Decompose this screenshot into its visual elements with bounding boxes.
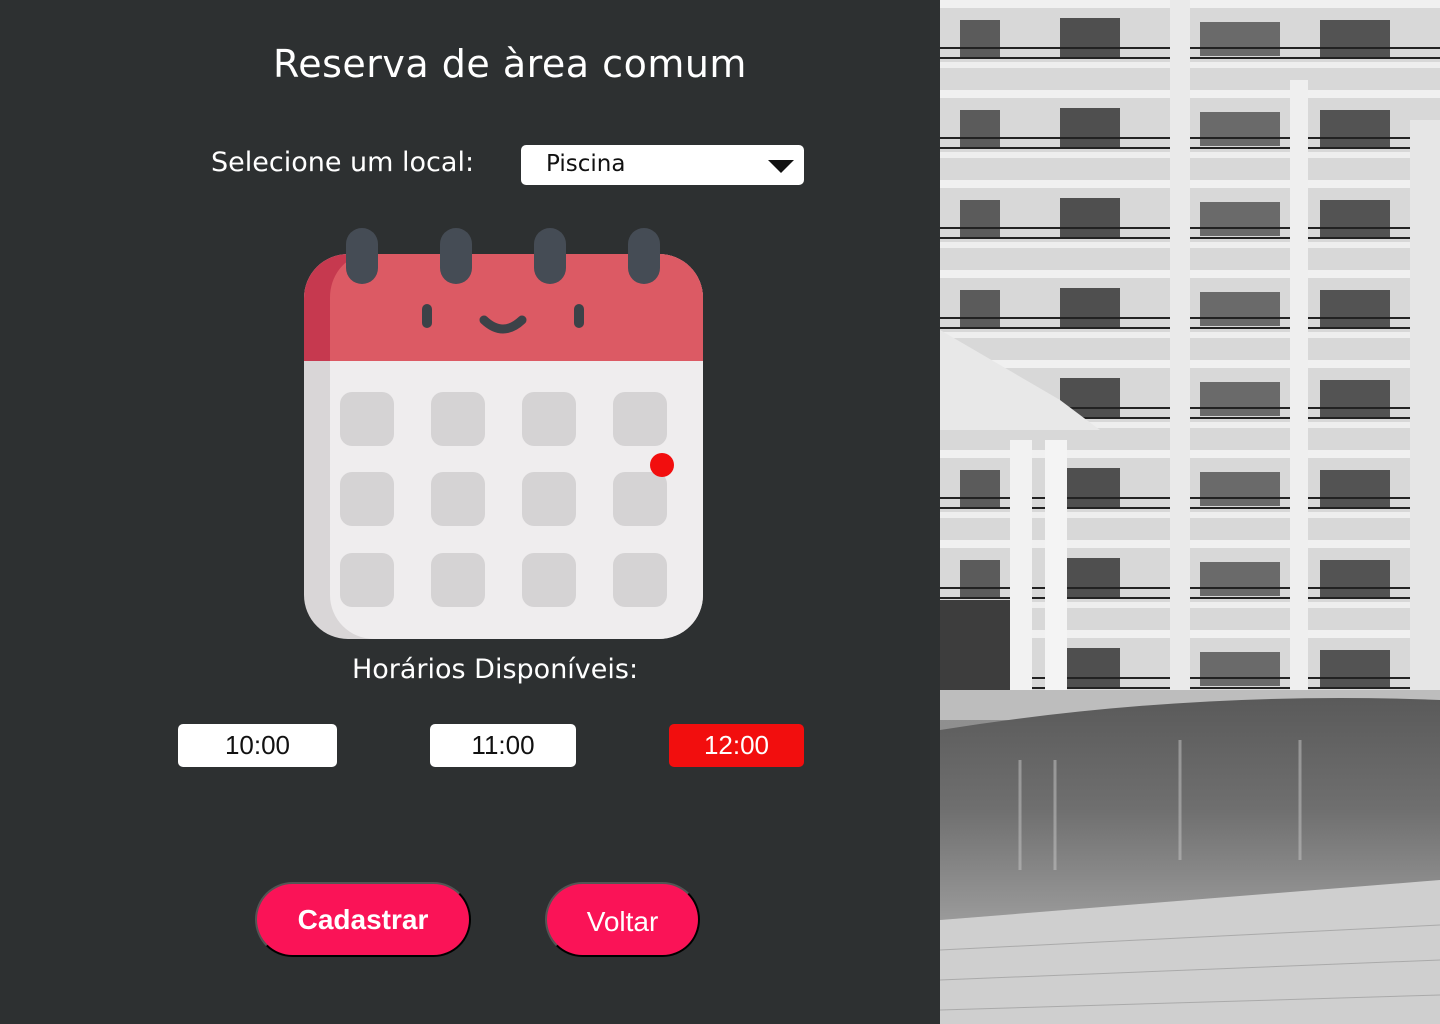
- location-selected-value: Piscina: [546, 151, 626, 177]
- chevron-down-icon: [768, 160, 794, 173]
- submit-button[interactable]: Cadastrar: [255, 882, 471, 957]
- calendar-ring: [440, 228, 472, 284]
- back-button[interactable]: Voltar: [545, 882, 700, 957]
- calendar-eye: [574, 304, 584, 328]
- calendar-ring: [346, 228, 378, 284]
- calendar-ring: [534, 228, 566, 284]
- selected-day-marker: [650, 453, 674, 477]
- time-slot-1200[interactable]: 12:00: [669, 724, 804, 767]
- building-pool-photo: [940, 0, 1440, 1024]
- time-slot-1100[interactable]: 11:00: [430, 724, 576, 767]
- time-slot-1000[interactable]: 10:00: [178, 724, 337, 767]
- form-panel: Reserva de àrea comum Selecione um local…: [0, 0, 940, 1024]
- page-title: Reserva de àrea comum: [273, 42, 747, 86]
- available-times-heading: Horários Disponíveis:: [351, 654, 639, 685]
- calendar-eye: [422, 304, 432, 328]
- location-label: Selecione um local:: [211, 147, 475, 178]
- location-select[interactable]: Piscina: [521, 145, 804, 185]
- calendar-icon: [304, 228, 703, 639]
- calendar-ring: [628, 228, 660, 284]
